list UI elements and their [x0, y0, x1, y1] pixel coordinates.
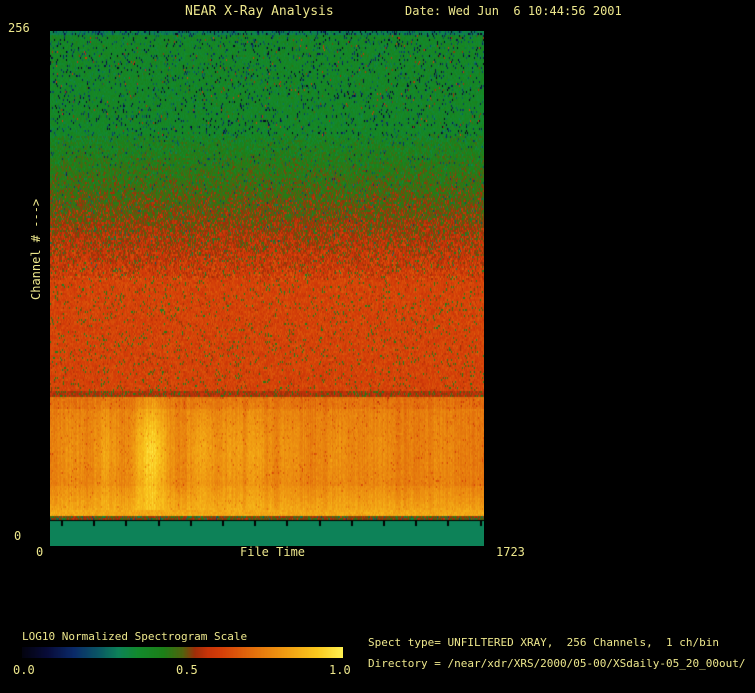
colorbar-tick-min: 0.0 — [13, 663, 35, 677]
colorbar-gradient — [22, 647, 343, 658]
y-axis-title: Channel # ---> — [29, 198, 43, 300]
colorbar-tick-mid: 0.5 — [176, 663, 198, 677]
x-axis-min-label: 0 — [36, 545, 44, 559]
spect-type-label: Spect type= UNFILTERED XRAY, 256 Channel… — [368, 636, 719, 649]
colorbar-title: LOG10 Normalized Spectrogram Scale — [22, 630, 248, 643]
xray-analysis-window: NEAR X-Ray Analysis Date: Wed Jun 6 10:4… — [0, 0, 755, 693]
date-label: Date: Wed Jun 6 10:44:56 2001 — [405, 4, 622, 18]
spectrogram-image — [50, 31, 484, 546]
y-axis-min-label: 0 — [14, 529, 22, 543]
page-title: NEAR X-Ray Analysis — [185, 4, 334, 19]
colorbar-tick-max: 1.0 — [329, 663, 351, 677]
x-axis-title: File Time — [240, 545, 306, 559]
y-axis-max-label: 256 — [8, 21, 30, 35]
x-axis-max-label: 1723 — [496, 545, 525, 559]
directory-label: Directory = /near/xdr/XRS/2000/05-00/XSd… — [368, 657, 746, 670]
